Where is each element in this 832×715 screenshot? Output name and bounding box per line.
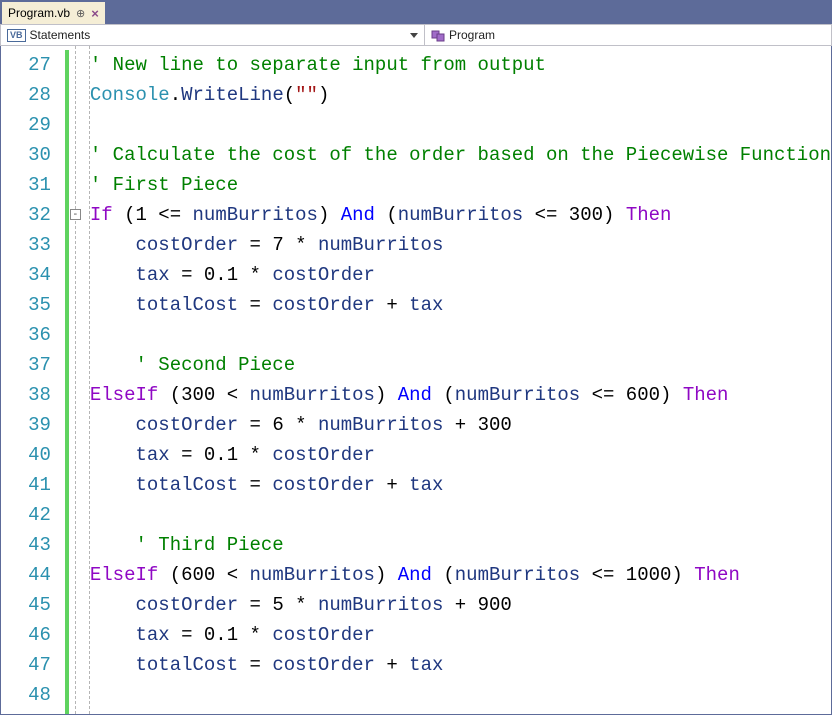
code-line[interactable]: If (1 <= numBurritos) And (numBurritos <… — [90, 200, 831, 230]
code-line[interactable]: ElseIf (300 < numBurritos) And (numBurri… — [90, 380, 831, 410]
code-line[interactable]: tax = 0.1 * costOrder — [90, 260, 831, 290]
line-number: 35 — [1, 290, 51, 320]
line-number: 34 — [1, 260, 51, 290]
line-number: 32 — [1, 200, 51, 230]
line-number: 47 — [1, 650, 51, 680]
code-line[interactable]: ' First Piece — [90, 170, 831, 200]
navigation-bar: VB Statements Program — [0, 24, 832, 46]
code-line[interactable]: costOrder = 5 * numBurritos + 900 — [90, 590, 831, 620]
line-number: 43 — [1, 530, 51, 560]
line-number: 31 — [1, 170, 51, 200]
tab-title: Program.vb — [8, 6, 70, 20]
program-icon — [431, 28, 445, 42]
line-number: 29 — [1, 110, 51, 140]
fold-guide-line — [75, 46, 76, 714]
code-area[interactable]: ' New line to separate input from output… — [90, 46, 831, 714]
fold-guide-line — [89, 46, 90, 714]
pin-icon[interactable]: ⊕ — [76, 7, 85, 20]
line-number: 39 — [1, 410, 51, 440]
code-line[interactable]: ' Calculate the cost of the order based … — [90, 140, 831, 170]
line-number: 27 — [1, 50, 51, 80]
tab-bar: Program.vb ⊕ × — [0, 0, 832, 24]
code-line[interactable]: tax = 0.1 * costOrder — [90, 620, 831, 650]
code-line[interactable]: ' New line to separate input from output — [90, 50, 831, 80]
member-label: Program — [449, 28, 495, 42]
code-line[interactable]: ' Second Piece — [90, 350, 831, 380]
line-number: 46 — [1, 620, 51, 650]
line-number: 36 — [1, 320, 51, 350]
code-line[interactable] — [90, 500, 831, 530]
fold-toggle[interactable]: - — [70, 209, 81, 220]
line-number: 42 — [1, 500, 51, 530]
line-number: 48 — [1, 680, 51, 710]
line-number: 38 — [1, 380, 51, 410]
line-number: 30 — [1, 140, 51, 170]
vb-icon: VB — [7, 29, 26, 42]
file-tab[interactable]: Program.vb ⊕ × — [2, 2, 105, 24]
close-icon[interactable]: × — [91, 6, 99, 21]
line-number-gutter: 2728293031323334353637383940414243444546… — [1, 46, 65, 714]
code-line[interactable]: ' Third Piece — [90, 530, 831, 560]
code-line[interactable]: tax = 0.1 * costOrder — [90, 440, 831, 470]
scope-dropdown[interactable]: VB Statements — [1, 25, 425, 45]
code-line[interactable]: totalCost = costOrder + tax — [90, 470, 831, 500]
code-editor[interactable]: 2728293031323334353637383940414243444546… — [0, 46, 832, 715]
code-line[interactable]: Console.WriteLine("") — [90, 80, 831, 110]
code-line[interactable] — [90, 680, 831, 710]
fold-column: - — [69, 46, 90, 714]
code-line[interactable] — [90, 110, 831, 140]
chevron-down-icon — [410, 33, 418, 38]
line-number: 40 — [1, 440, 51, 470]
code-line[interactable] — [90, 320, 831, 350]
code-line[interactable]: ElseIf (600 < numBurritos) And (numBurri… — [90, 560, 831, 590]
code-line[interactable]: costOrder = 6 * numBurritos + 300 — [90, 410, 831, 440]
code-line[interactable]: costOrder = 7 * numBurritos — [90, 230, 831, 260]
member-dropdown[interactable]: Program — [425, 25, 831, 45]
line-number: 33 — [1, 230, 51, 260]
code-line[interactable]: totalCost = costOrder + tax — [90, 290, 831, 320]
scope-label: Statements — [30, 28, 91, 42]
line-number: 28 — [1, 80, 51, 110]
line-number: 37 — [1, 350, 51, 380]
code-line[interactable]: totalCost = costOrder + tax — [90, 650, 831, 680]
line-number: 44 — [1, 560, 51, 590]
line-number: 45 — [1, 590, 51, 620]
line-number: 41 — [1, 470, 51, 500]
